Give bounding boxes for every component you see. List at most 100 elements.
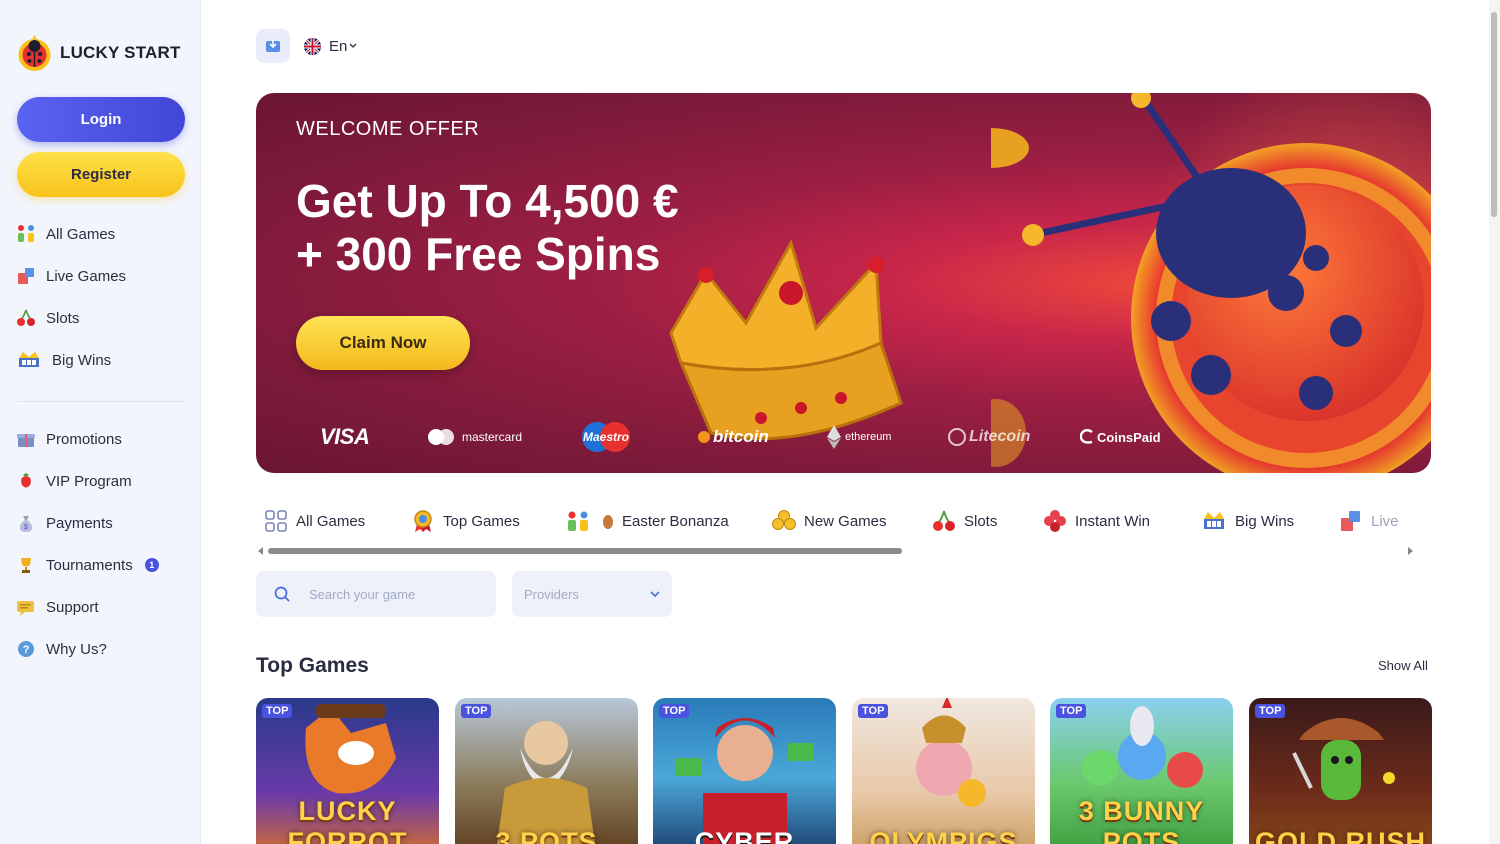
- ethereum-diamond-icon: [827, 425, 841, 449]
- sidebar-item-all-games[interactable]: All Games: [16, 213, 188, 255]
- tab-top-games[interactable]: Top Games: [411, 502, 520, 540]
- game-card[interactable]: TOP 3 BUNNY POTS: [1050, 698, 1233, 844]
- search-input[interactable]: [309, 586, 479, 602]
- game-title: 3 POTS: [495, 827, 598, 844]
- game-card[interactable]: TOP CYBER: [653, 698, 836, 844]
- tab-new-games[interactable]: New Games: [772, 502, 887, 540]
- zeus-character-art: [497, 721, 595, 844]
- big-wins-icon: [1201, 509, 1227, 533]
- category-scroll-thumb[interactable]: [268, 548, 902, 554]
- chevron-down-icon: [650, 590, 660, 597]
- tab-slots[interactable]: Slots: [932, 502, 997, 540]
- sidebar-item-promotions[interactable]: Promotions: [16, 418, 188, 460]
- download-button[interactable]: [256, 29, 290, 63]
- gift-icon: [16, 429, 36, 449]
- hero-title-line2: + 300 Free Spins: [296, 228, 661, 280]
- litecoin-logo: Litecoin: [948, 420, 1030, 454]
- cherries-icon: [932, 509, 956, 533]
- medal-icon: [411, 509, 435, 533]
- tab-label: Easter Bonanza: [622, 512, 729, 530]
- sidebar-item-tournaments[interactable]: Tournaments 1: [16, 544, 188, 586]
- scroll-right-arrow[interactable]: [1408, 547, 1413, 555]
- clover-icon: [772, 509, 796, 533]
- coinspaid-label: CoinsPaid: [1097, 429, 1161, 445]
- sidebar-item-slots[interactable]: Slots: [16, 297, 188, 339]
- mastercard-label: mastercard: [462, 430, 523, 444]
- language-selector[interactable]: En: [304, 37, 357, 55]
- sidebar-item-label: Why Us?: [46, 640, 107, 658]
- game-title: GOLD RUSH: [1255, 827, 1426, 844]
- sidebar: LUCKY START Login Register All Games Liv…: [0, 0, 201, 844]
- search-box: [256, 571, 496, 617]
- sidebar-item-why-us[interactable]: ? Why Us?: [16, 628, 188, 670]
- tab-all-games[interactable]: All Games: [264, 502, 365, 540]
- tab-instant-win[interactable]: Instant Win: [1043, 502, 1150, 540]
- cyber-character-art: [675, 718, 814, 844]
- claim-now-button[interactable]: Claim Now: [296, 316, 470, 370]
- tab-label: Big Wins: [1235, 512, 1295, 530]
- ethereum-logo: ethereum: [826, 420, 891, 454]
- strawberry-icon: [16, 471, 36, 491]
- top-badge: TOP: [858, 704, 889, 718]
- sidebar-item-live-games[interactable]: Live Games: [16, 255, 188, 297]
- top-games-title: Top Games: [256, 654, 369, 677]
- litecoin-label: Litecoin: [969, 428, 1031, 445]
- sidebar-item-label: Support: [46, 598, 99, 616]
- top-badge: TOP: [659, 704, 690, 718]
- hero-title: Get Up To 4,500 € + 300 Free Spins: [296, 175, 816, 281]
- litecoin-coin-icon: [948, 428, 966, 446]
- providers-dropdown[interactable]: Providers: [512, 571, 672, 617]
- logo[interactable]: LUCKY START: [17, 32, 181, 74]
- download-icon: [266, 39, 280, 52]
- login-button[interactable]: Login: [17, 97, 185, 142]
- mastercard-logo: mastercard: [426, 420, 522, 454]
- hero-subtitle: WELCOME OFFER: [296, 118, 480, 140]
- tab-big-wins[interactable]: Big Wins: [1201, 502, 1294, 540]
- category-tabs: All Games Top Games Easter Bonanza New G…: [256, 502, 1416, 540]
- game-title: CYBER: [694, 827, 795, 844]
- trophy-icon: [16, 555, 36, 575]
- sidebar-item-support[interactable]: Support: [16, 586, 188, 628]
- tab-label: Top Games: [443, 512, 520, 530]
- game-card[interactable]: TOP OLYMPIGS: [852, 698, 1035, 844]
- language-label: En: [329, 37, 348, 55]
- welcome-banner[interactable]: WELCOME OFFER Get Up To 4,500 € + 300 Fr…: [256, 93, 1431, 473]
- show-all-link[interactable]: Show All: [1378, 658, 1428, 673]
- mastercard-circles-icon: [428, 429, 454, 445]
- scroll-left-arrow[interactable]: [258, 547, 263, 555]
- all-games-icon: [16, 224, 36, 244]
- brand-name: LUCKY START: [60, 43, 181, 62]
- sidebar-item-label: Tournaments: [46, 556, 133, 574]
- live-games-icon: [1339, 509, 1363, 533]
- tab-live[interactable]: Live: [1339, 502, 1399, 540]
- sidebar-item-big-wins[interactable]: Big Wins: [16, 339, 188, 381]
- game-card[interactable]: TOP 3 POTS: [455, 698, 638, 844]
- cactus-cowboy-art: [1292, 718, 1395, 800]
- top-badge: TOP: [1255, 704, 1286, 718]
- uk-flag-icon: [304, 37, 321, 55]
- question-icon: ?: [16, 639, 36, 659]
- chat-icon: [16, 597, 36, 617]
- svg-text:$: $: [24, 524, 28, 531]
- pig-warrior-art: [916, 698, 986, 807]
- sidebar-secondary-nav: Promotions VIP Program $ Payments Tourna…: [16, 418, 188, 670]
- top-games-row: TOP LUCKY FORROT TOP 3 POTS TOP CYBER TO…: [256, 698, 1432, 844]
- game-card[interactable]: TOP LUCKY FORROT: [256, 698, 439, 844]
- sidebar-item-label: All Games: [46, 225, 116, 243]
- page-scroll-thumb[interactable]: [1491, 12, 1497, 217]
- sidebar-item-payments[interactable]: $ Payments: [16, 502, 188, 544]
- sidebar-item-vip-program[interactable]: VIP Program: [16, 460, 188, 502]
- search-icon: [274, 586, 290, 602]
- sidebar-item-label: Promotions: [46, 430, 122, 448]
- ladybug-illustration: [991, 93, 1431, 473]
- bitcoin-coin-icon: [698, 431, 710, 443]
- tab-easter-bonanza[interactable]: Easter Bonanza: [566, 502, 729, 540]
- game-card[interactable]: TOP GOLD RUSH: [1249, 698, 1432, 844]
- visa-logo: VISA: [320, 424, 370, 449]
- sidebar-divider: [17, 401, 185, 402]
- tournaments-count-badge: 1: [144, 558, 159, 572]
- category-scrollbar[interactable]: [256, 545, 1416, 557]
- register-button[interactable]: Register: [17, 152, 185, 197]
- game-title: 3 BUNNY POTS: [1078, 796, 1205, 844]
- svg-text:?: ?: [23, 644, 30, 656]
